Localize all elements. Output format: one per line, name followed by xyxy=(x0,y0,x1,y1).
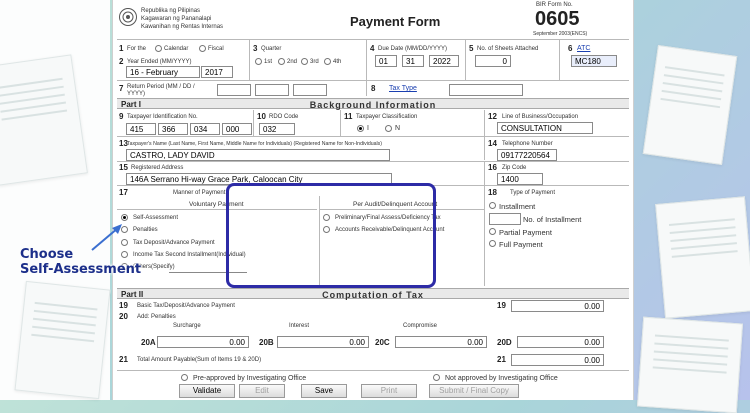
save-button[interactable]: Save xyxy=(301,384,347,398)
compromise-input[interactable]: 0.00 xyxy=(395,336,487,348)
classification-individual-radio[interactable] xyxy=(357,125,364,132)
pre-approved-radio[interactable] xyxy=(181,374,188,381)
no-of-installment-label: No. of Installment xyxy=(523,215,582,224)
item3-label: Quarter xyxy=(261,46,282,52)
submit-final-copy-button[interactable]: Submit / Final Copy xyxy=(429,384,519,398)
item20-label: Add: Penalties xyxy=(137,314,176,320)
item9-label: Taxpayer Identification No. xyxy=(127,114,198,120)
form-title: Payment Form xyxy=(350,14,441,29)
form-number: 0605 xyxy=(535,8,580,30)
due-date-day-input[interactable]: 31 xyxy=(402,55,424,67)
background-document xyxy=(642,44,738,166)
quarter-2nd-radio[interactable] xyxy=(278,58,285,65)
atc-link[interactable]: ATC xyxy=(577,45,590,52)
penalties-label: Penalties xyxy=(133,227,158,233)
partial-payment-label: Partial Payment xyxy=(499,228,552,237)
background-document xyxy=(636,316,744,413)
item12-label: Line of Business/Occupation xyxy=(502,114,579,120)
fiscal-radio[interactable] xyxy=(199,45,206,52)
item10-label: RDO Code xyxy=(269,114,299,120)
item2-label: Year Ended (MM/YYYY) xyxy=(127,59,192,65)
tin-part4-input[interactable]: 000 xyxy=(222,123,252,135)
self-assessment-label: Self-Assessment xyxy=(133,215,179,221)
callout-line1: Choose xyxy=(20,247,74,262)
line-of-business-input[interactable]: CONSULTATION xyxy=(497,122,593,134)
installment-radio[interactable] xyxy=(489,202,496,209)
sheets-attached-input[interactable]: 0 xyxy=(475,55,511,67)
callout-text: Choose Self-Assessment xyxy=(20,247,141,277)
item19-label: Basic Tax/Deposit/Advance Payment xyxy=(137,303,235,309)
interest-label: Interest xyxy=(289,323,310,329)
item1-label: For the xyxy=(127,46,147,52)
item7-label: Return Period (MM / DD / YYYY) xyxy=(127,84,195,97)
item15-label: Registered Address xyxy=(131,165,184,171)
item11-label: Taxpayer Classification xyxy=(356,114,418,120)
rdo-code-select[interactable]: 032 xyxy=(259,123,295,135)
item14-label: Telephone Number xyxy=(502,141,553,147)
agency-line: Republika ng Pilipinas xyxy=(141,8,201,14)
basic-tax-input[interactable]: 0.00 xyxy=(511,300,604,312)
total-amount-input[interactable]: 0.00 xyxy=(511,354,604,366)
validate-button[interactable]: Validate xyxy=(179,384,235,398)
tax-type-link[interactable]: Tax Type xyxy=(389,85,417,92)
zip-code-input[interactable]: 1400 xyxy=(497,173,543,185)
background-document xyxy=(14,280,111,400)
highlight-box xyxy=(226,183,436,288)
item5-label: No. of Sheets Attached xyxy=(477,46,539,52)
year-ended-year-input[interactable]: 2017 xyxy=(201,66,233,78)
not-approved-radio[interactable] xyxy=(433,374,440,381)
item18-label: Type of Payment xyxy=(510,190,556,196)
compromise-label: Compromise xyxy=(403,323,438,329)
item17-label: Manner of Payment xyxy=(173,190,226,196)
taxpayer-name-input[interactable]: CASTRO, LADY DAVID xyxy=(126,149,390,161)
calendar-radio[interactable] xyxy=(155,45,162,52)
full-payment-label: Full Payment xyxy=(499,240,543,249)
edit-button[interactable]: Edit xyxy=(239,384,285,398)
item16-label: Zip Code xyxy=(502,165,527,171)
year-ended-month-select[interactable]: 16 - February xyxy=(126,66,200,78)
return-period-month-input[interactable] xyxy=(217,84,251,96)
partial-payment-radio[interactable] xyxy=(489,228,496,235)
total-penalties-input[interactable]: 0.00 xyxy=(517,336,604,348)
full-payment-radio[interactable] xyxy=(489,240,496,247)
tin-part3-input[interactable]: 034 xyxy=(190,123,220,135)
atc-input[interactable]: MC180 xyxy=(571,55,617,67)
callout-line2: Self-Assessment xyxy=(20,262,142,277)
item13-label: Taxpayer's Name (Last Name, First Name, … xyxy=(127,141,382,147)
part2-bar: Part II Computation of Tax xyxy=(117,288,629,300)
bir-seal-icon xyxy=(119,8,137,26)
not-approved-label: Not approved by Investigating Office xyxy=(445,375,558,382)
agency-line: Kawanihan ng Rentas Internas xyxy=(141,24,224,30)
item4-label: Due Date (MM/DD/YYYY) xyxy=(378,46,448,52)
background-document xyxy=(655,196,750,319)
surcharge-label: Surcharge xyxy=(173,323,201,329)
form-date: September 2003(ENCS) xyxy=(533,31,588,37)
part2-title: Computation of Tax xyxy=(322,290,424,300)
due-date-year-input[interactable]: 2022 xyxy=(429,55,459,67)
quarter-4th-radio[interactable] xyxy=(324,58,331,65)
telephone-input[interactable]: 09177220564 xyxy=(497,149,557,161)
return-period-year-input[interactable] xyxy=(293,84,327,96)
quarter-1st-radio[interactable] xyxy=(255,58,262,65)
tax-deposit-label: Tax Deposit/Advance Payment xyxy=(133,240,215,246)
quarter-3rd-radio[interactable] xyxy=(301,58,308,65)
part1-bar: Part I Background Information xyxy=(117,98,629,110)
no-of-installment-input[interactable] xyxy=(489,213,521,225)
return-period-day-input[interactable] xyxy=(255,84,289,96)
agency-line: Kagawaran ng Pananalapi xyxy=(141,16,212,22)
item21-label: Total Amount Payable(Sum of Items 19 & 2… xyxy=(137,357,262,363)
tax-type-input[interactable] xyxy=(449,84,523,96)
classification-non-individual-radio[interactable] xyxy=(385,125,392,132)
tin-part1-input[interactable]: 415 xyxy=(126,123,156,135)
print-button[interactable]: Print xyxy=(361,384,417,398)
surcharge-input[interactable]: 0.00 xyxy=(157,336,249,348)
due-date-month-input[interactable]: 01 xyxy=(375,55,397,67)
interest-input[interactable]: 0.00 xyxy=(277,336,369,348)
pre-approved-label: Pre-approved by Investigating Office xyxy=(193,375,307,382)
tin-part2-input[interactable]: 366 xyxy=(158,123,188,135)
installment-label: Installment xyxy=(499,202,536,211)
part1-title: Background Information xyxy=(309,100,437,110)
